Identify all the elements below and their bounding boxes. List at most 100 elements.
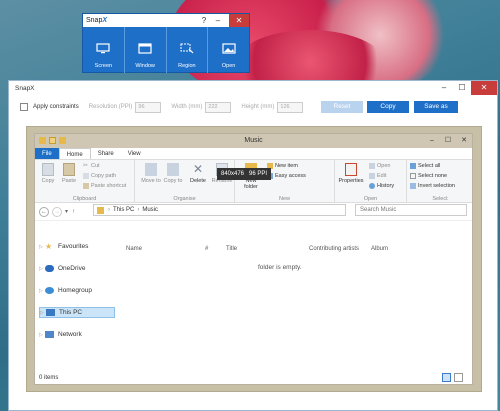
copy-button[interactable]: Copy: [367, 101, 409, 113]
computer-icon: [46, 309, 55, 316]
folder-icon: [39, 137, 46, 144]
column-header-name[interactable]: Name: [126, 246, 142, 252]
nav-item-homegroup[interactable]: ▷ Homegroup: [39, 285, 92, 296]
close-button[interactable]: ✕: [229, 14, 249, 27]
nav-item-favourites[interactable]: ▷ ★ Favourites: [39, 241, 88, 252]
move-icon: [145, 163, 157, 176]
main-titlebar: SnapX – ☐ ✕: [9, 81, 497, 95]
column-header-number[interactable]: #: [205, 246, 208, 252]
copy-to-button[interactable]: Copy to: [163, 163, 183, 184]
region-icon: [180, 43, 194, 54]
new-item-button[interactable]: New item: [267, 163, 298, 169]
nav-item-network[interactable]: ▷ Network: [39, 329, 82, 340]
breadcrumb-this-pc[interactable]: This PC: [113, 207, 134, 213]
paste-icon: [63, 163, 75, 176]
screen-capture-button[interactable]: Screen: [83, 27, 125, 73]
monitor-icon: [96, 43, 110, 54]
paste-shortcut-button[interactable]: Paste shortcut: [83, 183, 126, 189]
up-icon[interactable]: ↑: [72, 209, 75, 215]
organise-group: Move to Copy to ✕ Delete Rename Organise: [135, 160, 235, 203]
scissors-icon: ✂: [83, 163, 89, 169]
resolution-label: Resolution (PPI): [88, 104, 133, 110]
back-icon[interactable]: ←: [39, 206, 49, 217]
details-view-icon[interactable]: [442, 373, 451, 382]
homegroup-icon: [45, 287, 54, 294]
mode-label: Open: [221, 63, 236, 69]
copy-ribbon-button[interactable]: Copy: [39, 163, 57, 184]
apply-constraints-label: Apply constraints: [33, 104, 79, 110]
move-to-button[interactable]: Move to: [141, 163, 161, 184]
new-group: New folder New item Easy access New: [235, 160, 335, 203]
open-image-button[interactable]: Open: [208, 27, 249, 73]
cut-button[interactable]: ✂ Cut: [83, 163, 100, 169]
tab-share[interactable]: Share: [91, 148, 121, 159]
paste-shortcut-icon: [83, 183, 89, 189]
close-icon[interactable]: ✕: [456, 134, 472, 148]
status-item-count: 0 items: [39, 375, 59, 381]
close-button[interactable]: ✕: [471, 81, 497, 95]
group-label: New: [278, 196, 290, 202]
window-title: SnapX: [15, 84, 35, 92]
app-title: SnapX: [86, 17, 108, 24]
recent-chevron-icon[interactable]: ▾: [65, 208, 68, 215]
delete-icon: ✕: [192, 162, 204, 176]
height-label: Height (mm): [241, 104, 275, 110]
capture-preview: Music – ☐ ✕ File Home Share View Copy Pa…: [26, 126, 482, 392]
open-group: Properties Open Edit History Open: [335, 160, 407, 203]
minimize-button[interactable]: –: [211, 14, 225, 27]
capture-size-tooltip: 840x476 96 PPI: [217, 168, 272, 180]
open-button[interactable]: Open: [369, 163, 390, 169]
minimize-icon[interactable]: –: [424, 134, 440, 148]
paste-ribbon-button[interactable]: Paste: [59, 163, 79, 184]
reset-button[interactable]: Reset: [321, 101, 363, 113]
width-label: Width (mm): [171, 104, 203, 110]
easy-access-button[interactable]: Easy access: [267, 173, 306, 179]
clipboard-group: Copy Paste ✂ Cut Copy path Paste shortcut…: [35, 160, 135, 203]
breadcrumb-music[interactable]: Music: [142, 207, 158, 213]
properties-button[interactable]: Properties: [337, 163, 365, 184]
window-capture-button[interactable]: Window: [125, 27, 167, 73]
tab-view[interactable]: View: [121, 148, 148, 159]
copy-to-icon: [167, 163, 179, 176]
save-as-button[interactable]: Save as: [414, 101, 458, 113]
apply-constraints-checkbox[interactable]: [20, 103, 28, 111]
ribbon: Copy Paste ✂ Cut Copy path Paste shortcut…: [35, 160, 472, 203]
snapx-main-window: SnapX – ☐ ✕ Apply constraints Resolution…: [8, 80, 498, 411]
maximize-icon[interactable]: ☐: [440, 134, 456, 148]
region-capture-button[interactable]: Region: [167, 27, 209, 73]
search-input[interactable]: Search Music: [355, 204, 467, 216]
select-all-button[interactable]: Select all: [410, 163, 440, 169]
invert-selection-icon: [410, 183, 416, 189]
maximize-button[interactable]: ☐: [453, 81, 471, 95]
capture-dimensions: 840x476: [221, 171, 245, 177]
snapx-toolbar: SnapX ? – ✕ Screen Window Region Open: [82, 13, 250, 73]
tab-home[interactable]: Home: [58, 148, 91, 159]
image-icon: [222, 43, 236, 54]
forward-icon[interactable]: →: [52, 206, 62, 217]
select-none-button[interactable]: Select none: [410, 173, 447, 179]
edit-button[interactable]: Edit: [369, 173, 386, 179]
history-button[interactable]: History: [369, 183, 394, 189]
invert-selection-button[interactable]: Invert selection: [410, 183, 455, 189]
select-all-icon: [410, 163, 416, 169]
copy-path-button[interactable]: Copy path: [83, 173, 116, 179]
column-header-title[interactable]: Title: [226, 246, 237, 252]
height-field[interactable]: 126: [277, 101, 304, 113]
delete-button[interactable]: ✕ Delete: [187, 162, 209, 185]
nav-item-onedrive[interactable]: ▷ OneDrive: [39, 263, 85, 274]
group-label: Open: [363, 196, 378, 202]
resolution-field[interactable]: 96: [135, 101, 162, 113]
width-field[interactable]: 222: [205, 101, 232, 113]
minimize-button[interactable]: –: [435, 81, 453, 95]
column-header-album[interactable]: Album: [371, 246, 388, 252]
group-label: Organise: [173, 196, 196, 202]
large-icons-view-icon[interactable]: [454, 373, 463, 382]
nav-item-this-pc[interactable]: ▷ This PC: [39, 307, 115, 318]
tab-file[interactable]: File: [35, 148, 59, 159]
address-bar[interactable]: › This PC › Music: [93, 204, 346, 216]
column-header-artists[interactable]: Contributing artists: [309, 246, 359, 252]
select-group: Select all Select none Invert selection …: [407, 160, 473, 203]
select-none-icon: [410, 173, 416, 179]
help-button[interactable]: ?: [197, 14, 211, 27]
ribbon-tabs: File Home Share View: [35, 148, 472, 160]
